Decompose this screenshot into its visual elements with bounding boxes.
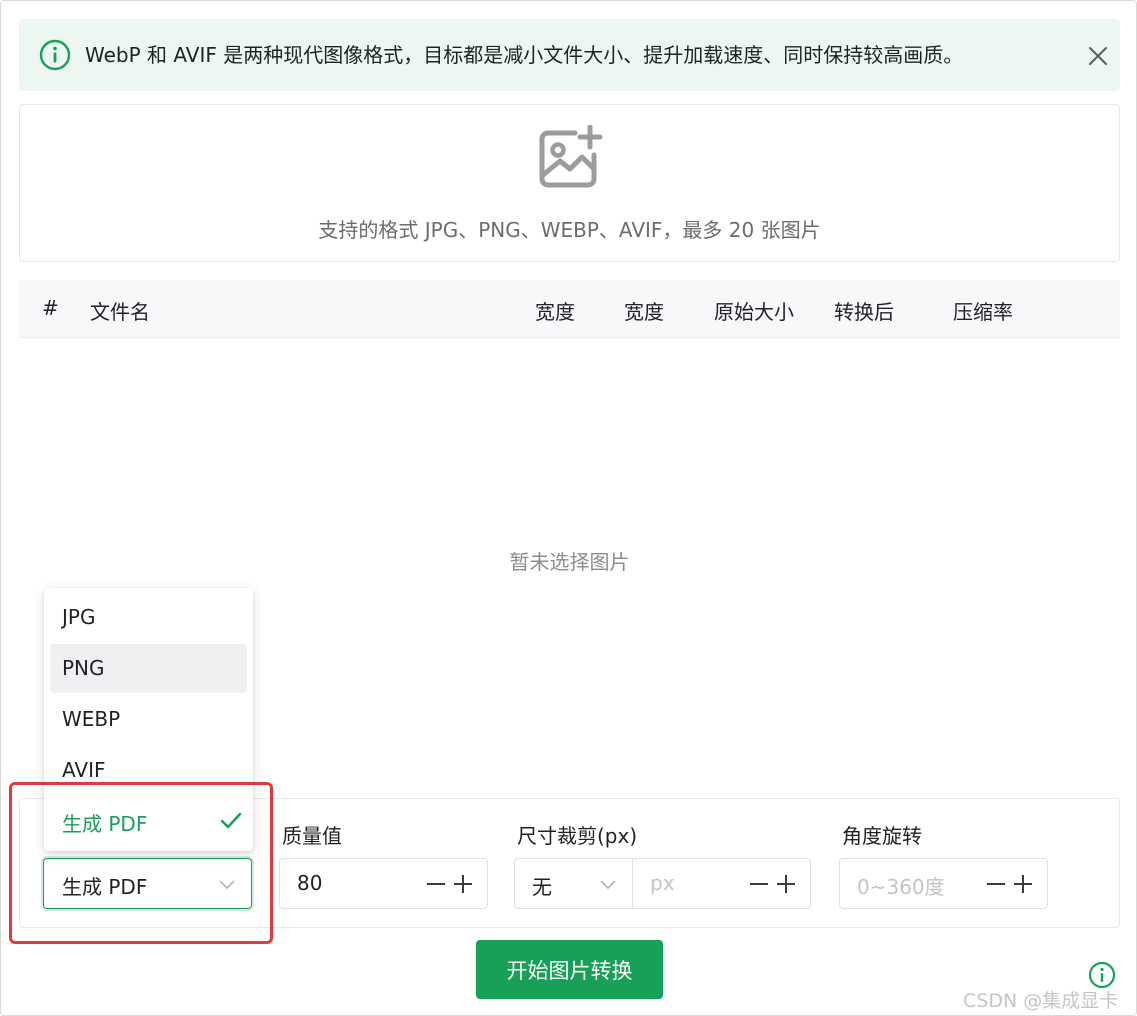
col-compression-ratio: 压缩率 [953,300,1013,324]
option-label: AVIF [62,758,106,782]
resize-px-placeholder: px [650,871,675,895]
rotate-input[interactable]: 0~360度 [839,858,1048,909]
app-window: WebP 和 AVIF 是两种现代图像格式，目标都是减小文件大小、提升加载速度、… [0,0,1137,1016]
rotate-label: 角度旋转 [842,824,922,848]
format-option-webp[interactable]: WEBP [50,695,247,744]
format-select-value: 生成 PDF [62,875,148,899]
info-circle-icon[interactable] [1088,961,1116,989]
rotate-placeholder: 0~360度 [857,875,945,899]
option-label: PNG [62,656,105,680]
col-original-size: 原始大小 [714,300,794,324]
quality-label: 质量值 [282,824,342,848]
watermark: CSDN @集成显卡 [963,990,1119,1012]
alert-message: WebP 和 AVIF 是两种现代图像格式，目标都是减小文件大小、提升加载速度、… [85,43,964,67]
plus-icon[interactable] [775,873,797,895]
upload-dropzone[interactable]: 支持的格式 JPG、PNG、WEBP、AVIF，最多 20 张图片 [19,104,1120,262]
empty-state: 暂未选择图片 [509,550,630,574]
format-option-png[interactable]: PNG [50,644,247,693]
format-option-jpg[interactable]: JPG [50,593,247,642]
chevron-down-icon [600,880,616,890]
format-dropdown-menu: JPG PNG WEBP AVIF 生成 PDF [44,588,253,851]
quality-value: 80 [297,871,323,895]
plus-icon[interactable] [1012,873,1034,895]
col-height: 宽度 [624,300,664,324]
info-circle-icon [39,39,71,71]
resize-label: 尺寸裁剪(px) [517,824,638,848]
file-table-header: # 文件名 宽度 宽度 原始大小 转换后 压缩率 [19,280,1120,338]
resize-mode-value: 无 [532,875,552,899]
quality-input[interactable]: 80 [279,858,488,909]
col-width: 宽度 [535,300,575,324]
add-image-icon [539,125,603,188]
col-index: # [42,296,59,320]
minus-icon[interactable] [425,873,447,895]
option-label: WEBP [62,707,121,731]
minus-icon[interactable] [985,873,1007,895]
chevron-down-icon [219,880,235,890]
info-alert: WebP 和 AVIF 是两种现代图像格式，目标都是减小文件大小、提升加载速度、… [19,19,1120,91]
resize-mode-select[interactable]: 无 [514,858,634,909]
check-icon [220,812,242,829]
resize-px-input[interactable]: px [632,858,811,909]
format-select[interactable]: 生成 PDF [43,858,252,909]
start-convert-button[interactable]: 开始图片转换 [476,940,663,999]
minus-icon[interactable] [748,873,770,895]
plus-icon[interactable] [452,873,474,895]
option-label: JPG [62,605,96,629]
upload-hint: 支持的格式 JPG、PNG、WEBP、AVIF，最多 20 张图片 [318,218,821,242]
close-icon[interactable] [1085,43,1111,69]
format-option-avif[interactable]: AVIF [50,746,247,795]
format-option-pdf[interactable]: 生成 PDF [50,796,247,845]
col-converted: 转换后 [834,300,894,324]
option-label: 生成 PDF [62,812,148,836]
col-filename: 文件名 [90,300,150,324]
